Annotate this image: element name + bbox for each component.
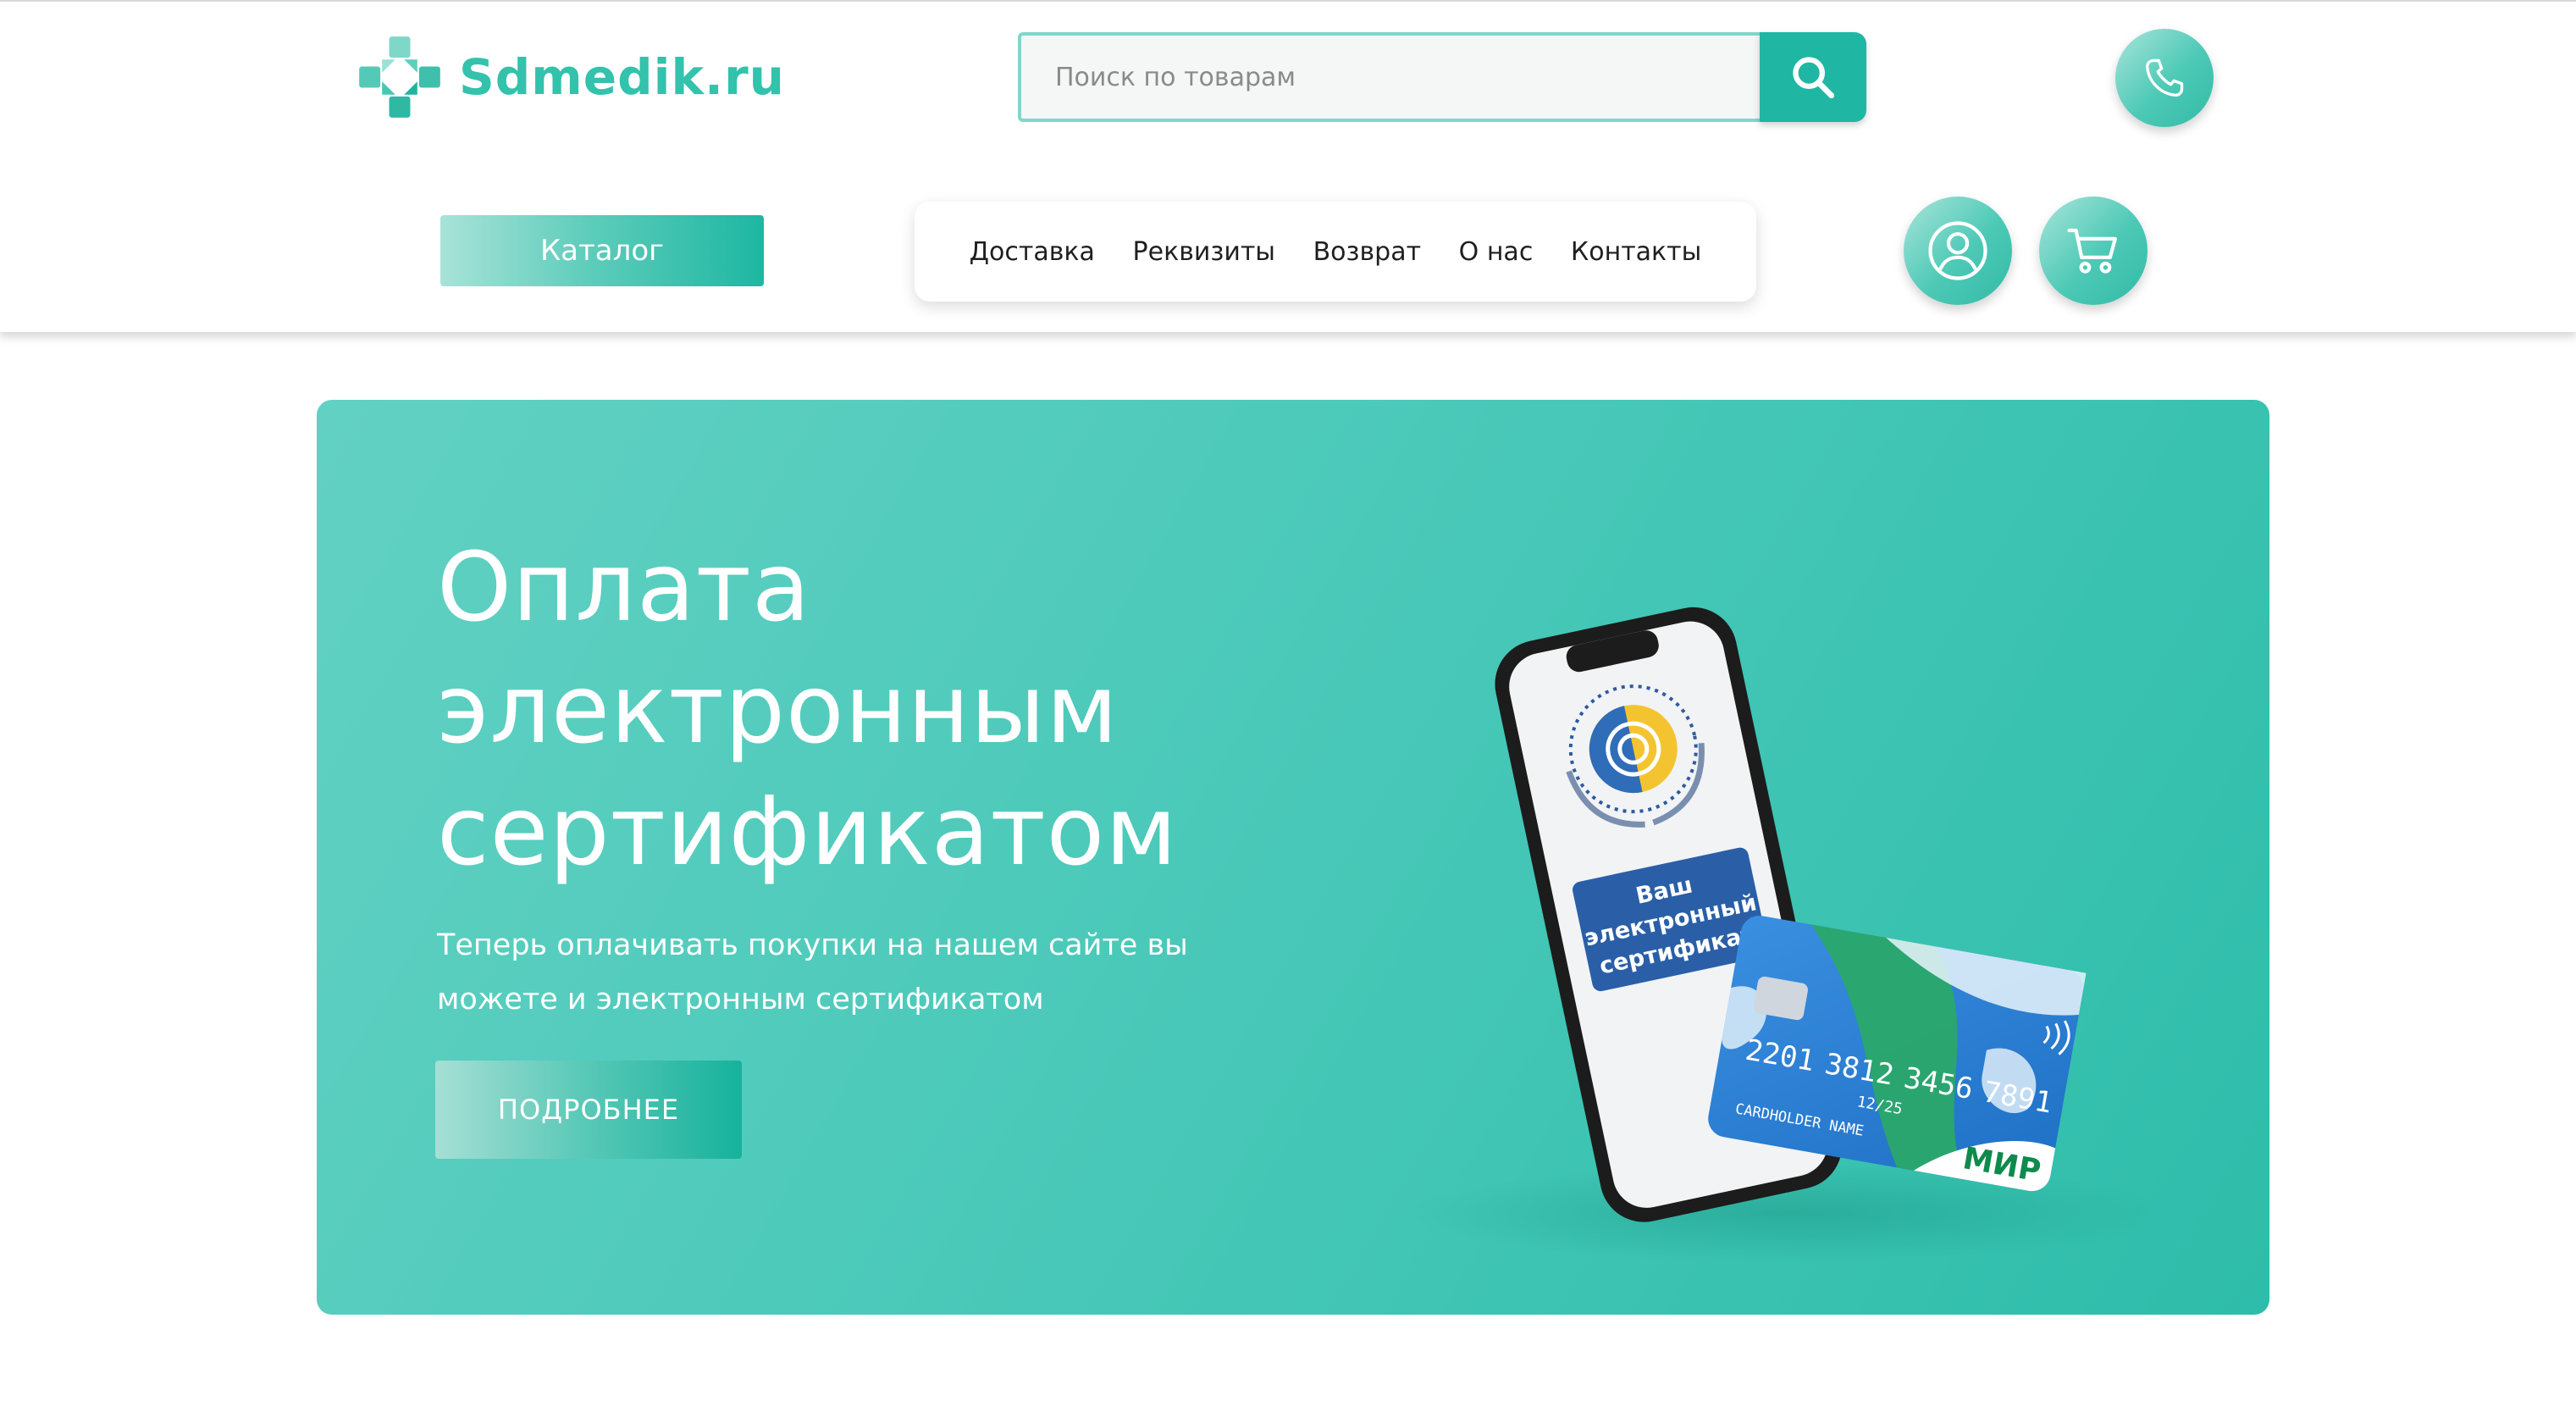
site-logo[interactable]: Sdmedik.ru (356, 30, 785, 124)
cart-icon (2067, 228, 2117, 274)
nav-link-delivery[interactable]: Доставка (970, 237, 1095, 267)
search-icon (1793, 57, 1835, 99)
phone-icon (2146, 58, 2184, 97)
banner-title-line: Оплата (437, 533, 811, 643)
banner-subtitle-line: Теперь оплачивать покупки на нашем сайте… (437, 928, 1188, 962)
medical-cross-logo-icon (359, 36, 440, 118)
certificate-illustration: Ваш электронный сертификат 2201 3812 345… (1409, 607, 2154, 1262)
logo-text: Sdmedik.ru (459, 48, 785, 106)
phone-button[interactable] (2115, 29, 2214, 127)
banner-title: Оплата электронным сертификатом (437, 527, 1284, 893)
site-header: Sdmedik.ru Каталог Доставка Реквизиты Во… (0, 0, 2576, 332)
user-icon (1928, 221, 1987, 280)
nav-link-about[interactable]: О нас (1459, 237, 1534, 267)
search-input[interactable] (1018, 32, 1760, 122)
cart-button[interactable] (2039, 197, 2148, 305)
nav-link-contacts[interactable]: Контакты (1571, 237, 1701, 267)
banner-title-line: электронным (437, 655, 1119, 765)
banner-subtitle: Теперь оплачивать покупки на нашем сайте… (437, 918, 1284, 1027)
promo-banner: Оплата электронным сертификатом Теперь о… (317, 400, 2269, 1315)
search-button[interactable] (1760, 32, 1866, 122)
nav-link-requisites[interactable]: Реквизиты (1133, 237, 1275, 267)
account-button[interactable] (1904, 197, 2012, 305)
banner-title-line: сертификатом (437, 777, 1178, 887)
more-button[interactable]: ПОДРОБНЕЕ (435, 1061, 742, 1159)
catalog-button[interactable]: Каталог (440, 215, 764, 286)
banner-subtitle-line: можете и электронным сертификатом (437, 983, 1044, 1016)
nav-link-returns[interactable]: Возврат (1313, 237, 1421, 267)
main-nav: Доставка Реквизиты Возврат О нас Контакт… (915, 202, 1756, 302)
search-form (1018, 32, 1866, 122)
